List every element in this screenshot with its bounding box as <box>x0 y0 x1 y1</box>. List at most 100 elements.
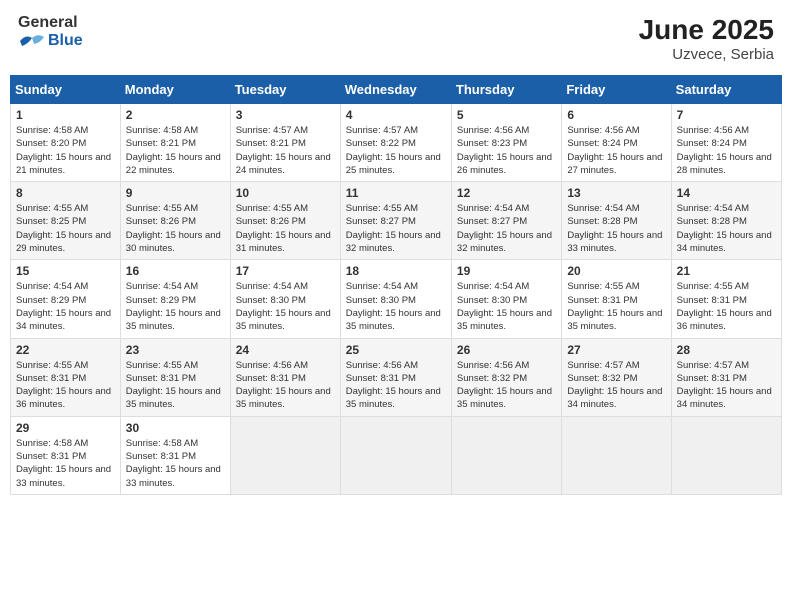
day-number: 5 <box>457 108 556 122</box>
day-number: 1 <box>16 108 115 122</box>
day-info: Sunrise: 4:58 AMSunset: 8:20 PMDaylight:… <box>16 124 115 177</box>
table-row: 1 Sunrise: 4:58 AMSunset: 8:20 PMDaylight… <box>11 104 121 182</box>
title-block: June 2025 Uzvece, Serbia <box>639 14 774 63</box>
day-number: 30 <box>126 421 225 435</box>
day-info: Sunrise: 4:54 AMSunset: 8:28 PMDaylight:… <box>677 202 776 255</box>
table-row: 7 Sunrise: 4:56 AMSunset: 8:24 PMDaylight… <box>671 104 781 182</box>
day-number: 3 <box>236 108 335 122</box>
logo-blue: Blue <box>18 32 83 50</box>
day-number: 26 <box>457 343 556 357</box>
day-info: Sunrise: 4:58 AMSunset: 8:31 PMDaylight:… <box>126 437 225 490</box>
day-info: Sunrise: 4:57 AMSunset: 8:32 PMDaylight:… <box>567 359 665 412</box>
table-row: 12Sunrise: 4:54 AMSunset: 8:27 PMDayligh… <box>451 182 561 260</box>
page-header: General Blue June 2025 Uzvece, Serbia <box>10 10 782 67</box>
day-info: Sunrise: 4:56 AMSunset: 8:31 PMDaylight:… <box>346 359 446 412</box>
table-row: 8 Sunrise: 4:55 AMSunset: 8:25 PMDaylight… <box>11 182 121 260</box>
day-number: 12 <box>457 186 556 200</box>
table-row <box>230 416 340 494</box>
table-row: 26 Sunrise: 4:56 AMSunset: 8:32 PMDayligh… <box>451 338 561 416</box>
day-number: 20 <box>567 264 665 278</box>
table-row: 24Sunrise: 4:56 AMSunset: 8:31 PMDayligh… <box>230 338 340 416</box>
logo-general: General <box>18 14 83 32</box>
table-row: 30 Sunrise: 4:58 AMSunset: 8:31 PMDayligh… <box>120 416 230 494</box>
table-row: 29 Sunrise: 4:58 AMSunset: 8:31 PMDayligh… <box>11 416 121 494</box>
calendar-week-row: 29 Sunrise: 4:58 AMSunset: 8:31 PMDayligh… <box>11 416 782 494</box>
table-row: 28Sunrise: 4:57 AMSunset: 8:31 PMDayligh… <box>671 338 781 416</box>
logo: General Blue <box>18 14 83 50</box>
day-info: Sunrise: 4:56 AMSunset: 8:23 PMDaylight:… <box>457 124 556 177</box>
day-number: 2 <box>126 108 225 122</box>
day-info: Sunrise: 4:54 AMSunset: 8:30 PMDaylight:… <box>236 280 335 333</box>
col-thursday: Thursday <box>451 76 561 104</box>
day-number: 4 <box>346 108 446 122</box>
logo-bird-icon <box>18 32 46 50</box>
day-number: 18 <box>346 264 446 278</box>
table-row: 18 Sunrise: 4:54 AMSunset: 8:30 PMDayligh… <box>340 260 451 338</box>
table-row: 13 Sunrise: 4:54 AMSunset: 8:28 PMDayligh… <box>562 182 671 260</box>
day-info: Sunrise: 4:55 AMSunset: 8:31 PMDaylight:… <box>677 280 776 333</box>
table-row: 14Sunrise: 4:54 AMSunset: 8:28 PMDayligh… <box>671 182 781 260</box>
table-row <box>451 416 561 494</box>
day-info: Sunrise: 4:55 AMSunset: 8:26 PMDaylight:… <box>126 202 225 255</box>
day-info: Sunrise: 4:55 AMSunset: 8:31 PMDaylight:… <box>16 359 115 412</box>
day-number: 27 <box>567 343 665 357</box>
table-row: 6 Sunrise: 4:56 AMSunset: 8:24 PMDaylight… <box>562 104 671 182</box>
day-info: Sunrise: 4:54 AMSunset: 8:30 PMDaylight:… <box>346 280 446 333</box>
table-row: 11 Sunrise: 4:55 AMSunset: 8:27 PMDayligh… <box>340 182 451 260</box>
day-info: Sunrise: 4:55 AMSunset: 8:31 PMDaylight:… <box>126 359 225 412</box>
day-number: 29 <box>16 421 115 435</box>
col-tuesday: Tuesday <box>230 76 340 104</box>
day-info: Sunrise: 4:57 AMSunset: 8:21 PMDaylight:… <box>236 124 335 177</box>
day-number: 8 <box>16 186 115 200</box>
calendar-subtitle: Uzvece, Serbia <box>639 46 774 63</box>
calendar-week-row: 8 Sunrise: 4:55 AMSunset: 8:25 PMDaylight… <box>11 182 782 260</box>
table-row: 23 Sunrise: 4:55 AMSunset: 8:31 PMDayligh… <box>120 338 230 416</box>
table-row: 2Sunrise: 4:58 AMSunset: 8:21 PMDaylight… <box>120 104 230 182</box>
day-number: 25 <box>346 343 446 357</box>
day-info: Sunrise: 4:56 AMSunset: 8:32 PMDaylight:… <box>457 359 556 412</box>
day-info: Sunrise: 4:56 AMSunset: 8:24 PMDaylight:… <box>677 124 776 177</box>
day-number: 19 <box>457 264 556 278</box>
day-number: 10 <box>236 186 335 200</box>
day-number: 11 <box>346 186 446 200</box>
day-info: Sunrise: 4:55 AMSunset: 8:25 PMDaylight:… <box>16 202 115 255</box>
day-number: 23 <box>126 343 225 357</box>
col-sunday: Sunday <box>11 76 121 104</box>
day-number: 9 <box>126 186 225 200</box>
calendar-table: Sunday Monday Tuesday Wednesday Thursday… <box>10 75 782 495</box>
table-row: 16 Sunrise: 4:54 AMSunset: 8:29 PMDayligh… <box>120 260 230 338</box>
table-row: 20 Sunrise: 4:55 AMSunset: 8:31 PMDayligh… <box>562 260 671 338</box>
day-info: Sunrise: 4:55 AMSunset: 8:31 PMDaylight:… <box>567 280 665 333</box>
day-info: Sunrise: 4:55 AMSunset: 8:26 PMDaylight:… <box>236 202 335 255</box>
day-number: 21 <box>677 264 776 278</box>
day-number: 17 <box>236 264 335 278</box>
table-row: 15 Sunrise: 4:54 AMSunset: 8:29 PMDayligh… <box>11 260 121 338</box>
day-number: 7 <box>677 108 776 122</box>
table-row: 4Sunrise: 4:57 AMSunset: 8:22 PMDaylight… <box>340 104 451 182</box>
day-info: Sunrise: 4:58 AMSunset: 8:31 PMDaylight:… <box>16 437 115 490</box>
table-row <box>562 416 671 494</box>
calendar-title: June 2025 <box>639 14 774 46</box>
day-info: Sunrise: 4:54 AMSunset: 8:29 PMDaylight:… <box>16 280 115 333</box>
day-number: 13 <box>567 186 665 200</box>
table-row: 27 Sunrise: 4:57 AMSunset: 8:32 PMDayligh… <box>562 338 671 416</box>
day-info: Sunrise: 4:54 AMSunset: 8:28 PMDaylight:… <box>567 202 665 255</box>
day-info: Sunrise: 4:54 AMSunset: 8:29 PMDaylight:… <box>126 280 225 333</box>
table-row: 9 Sunrise: 4:55 AMSunset: 8:26 PMDaylight… <box>120 182 230 260</box>
table-row: 25 Sunrise: 4:56 AMSunset: 8:31 PMDayligh… <box>340 338 451 416</box>
day-info: Sunrise: 4:54 AMSunset: 8:30 PMDaylight:… <box>457 280 556 333</box>
day-number: 15 <box>16 264 115 278</box>
col-saturday: Saturday <box>671 76 781 104</box>
day-info: Sunrise: 4:55 AMSunset: 8:27 PMDaylight:… <box>346 202 446 255</box>
day-number: 16 <box>126 264 225 278</box>
col-monday: Monday <box>120 76 230 104</box>
table-row <box>340 416 451 494</box>
day-number: 6 <box>567 108 665 122</box>
day-number: 28 <box>677 343 776 357</box>
table-row: 17 Sunrise: 4:54 AMSunset: 8:30 PMDayligh… <box>230 260 340 338</box>
table-row: 3 Sunrise: 4:57 AMSunset: 8:21 PMDaylight… <box>230 104 340 182</box>
table-row: 19 Sunrise: 4:54 AMSunset: 8:30 PMDayligh… <box>451 260 561 338</box>
day-info: Sunrise: 4:56 AMSunset: 8:24 PMDaylight:… <box>567 124 665 177</box>
calendar-week-row: 15 Sunrise: 4:54 AMSunset: 8:29 PMDayligh… <box>11 260 782 338</box>
table-row: 21 Sunrise: 4:55 AMSunset: 8:31 PMDayligh… <box>671 260 781 338</box>
